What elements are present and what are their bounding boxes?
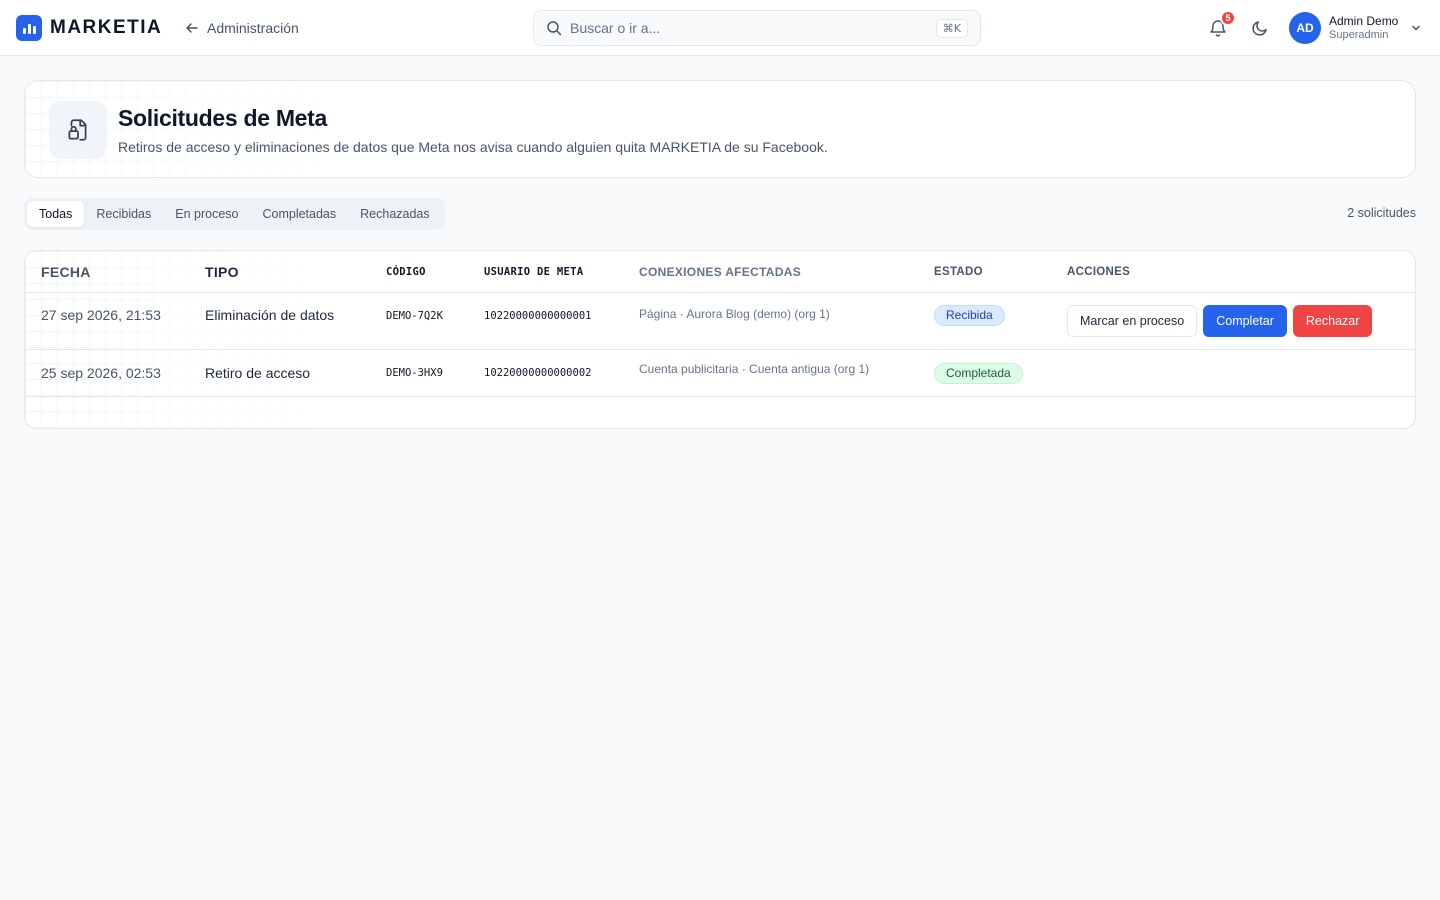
user-menu[interactable]: AD Admin Demo Superadmin [1289,12,1422,44]
avatar: AD [1289,12,1321,44]
brand-logo[interactable]: MARKETIA [16,14,162,42]
search-icon [547,21,562,36]
table-row: 25 sep 2026, 02:53 Retiro de acceso DEMO… [25,349,1415,397]
status-badge: Recibida [934,304,1005,326]
search-shortcut-hint: ⌘K [935,18,968,38]
top-bar: MARKETIA Administración ⌘K 5 AD Admin De… [0,0,1440,56]
tab-completadas[interactable]: Completadas [250,201,348,227]
column-header-acciones: ACCIONES [1067,251,1415,293]
search-input[interactable] [570,20,936,36]
notification-count-badge: 5 [1220,10,1236,26]
column-header-tipo[interactable]: TIPO [205,251,386,293]
cell-usuario: 10220000000000001 [484,292,639,350]
mark-in-process-button[interactable]: Marcar en proceso [1067,304,1198,337]
cell-conexiones: Página · Aurora Blog (demo) (org 1) [639,292,934,350]
moon-icon[interactable] [1251,19,1269,37]
user-role: Superadmin [1329,29,1389,41]
chevron-down-icon [1412,25,1421,31]
column-header-usuario[interactable]: USUARIO DE META [484,251,639,293]
status-filter-tabs: Todas Recibidas En proceso Completadas R… [24,198,445,230]
page-subtitle: Retiros de acceso y eliminaciones de dat… [118,139,828,155]
table-row: 27 sep 2026, 21:53 Eliminación de datos … [25,292,1415,350]
column-header-conexiones[interactable]: CONEXIONES AFECTADAS [639,251,934,293]
page-title: Solicitudes de Meta [118,105,328,131]
status-badge: Completada [934,363,1023,384]
tab-rechazadas[interactable]: Rechazadas [348,201,442,227]
bar-chart-icon [16,15,42,41]
cell-fecha: 27 sep 2026, 21:53 [25,292,205,350]
table-header-row: FECHA TIPO CÓDIGO USUARIO DE META CONEXI… [25,251,1415,293]
cell-acciones [1067,349,1415,397]
cell-estado: Completada [934,349,1067,397]
cell-usuario: 10220000000000002 [484,349,639,397]
back-to-admin-link[interactable]: Administración [184,18,299,38]
cell-acciones: Marcar en proceso Completar Rechazar [1067,292,1415,350]
cell-conexiones: Cuenta publicitaria · Cuenta antigua (or… [639,349,934,397]
search-bar[interactable]: ⌘K [533,10,981,46]
tab-recibidas[interactable]: Recibidas [84,201,163,227]
arrow-left-icon [186,23,198,33]
back-link-label: Administración [207,20,299,36]
complete-button[interactable]: Completar [1203,304,1287,337]
user-name: Admin Demo [1329,14,1399,28]
column-header-codigo[interactable]: CÓDIGO [386,251,484,293]
cell-fecha: 25 sep 2026, 02:53 [25,349,205,397]
cell-codigo: DEMO-7Q2K [386,292,484,350]
requests-table: FECHA TIPO CÓDIGO USUARIO DE META CONEXI… [25,251,1415,397]
tab-todas[interactable]: Todas [27,201,85,227]
column-header-fecha[interactable]: FECHA [25,251,205,293]
requests-table-card: FECHA TIPO CÓDIGO USUARIO DE META CONEXI… [24,250,1416,429]
results-count: 2 solicitudes [1347,206,1416,220]
reject-button[interactable]: Rechazar [1292,304,1373,337]
file-lock-icon [49,101,107,159]
cell-tipo: Retiro de acceso [205,349,386,397]
cell-estado: Recibida [934,292,1067,350]
cell-codigo: DEMO-3HX9 [386,349,484,397]
brand-name: MARKETIA [50,17,163,38]
column-header-estado[interactable]: ESTADO [934,251,1067,293]
page-header-card: Solicitudes de Meta Retiros de acceso y … [24,80,1416,178]
cell-tipo: Eliminación de datos [205,292,386,350]
tab-en-proceso[interactable]: En proceso [163,201,250,227]
